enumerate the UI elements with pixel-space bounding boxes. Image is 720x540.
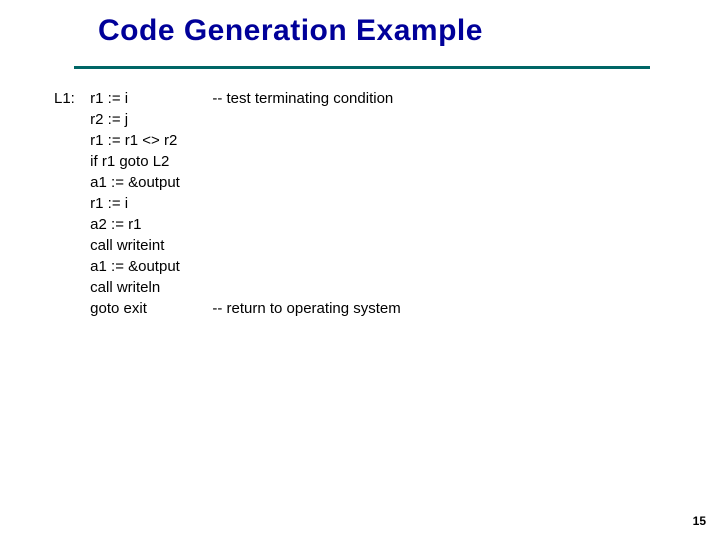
code-instr: call writeln <box>90 277 208 298</box>
code-instr: r1 := i <box>90 88 208 109</box>
code-comment: -- test terminating condition <box>212 88 393 109</box>
code-line: goto exit -- return to operating system <box>54 298 401 319</box>
page-number: 15 <box>693 514 706 528</box>
code-instr: a1 := &output <box>90 172 208 193</box>
code-line: L1: r1 := i -- test terminating conditio… <box>54 88 401 109</box>
code-line: a2 := r1 <box>54 214 401 235</box>
code-line: a1 := &output <box>54 172 401 193</box>
code-line: r1 := i <box>54 193 401 214</box>
title-underline <box>74 66 650 69</box>
code-instr: a2 := r1 <box>90 214 208 235</box>
code-instr: a1 := &output <box>90 256 208 277</box>
code-line: call writeln <box>54 277 401 298</box>
code-line: if r1 goto L2 <box>54 151 401 172</box>
code-instr: call writeint <box>90 235 208 256</box>
code-line: r1 := r1 <> r2 <box>54 130 401 151</box>
code-line: r2 := j <box>54 109 401 130</box>
code-listing: L1: r1 := i -- test terminating conditio… <box>54 88 401 319</box>
code-line: a1 := &output <box>54 256 401 277</box>
code-instr: goto exit <box>90 298 208 319</box>
slide-title: Code Generation Example <box>98 14 483 48</box>
code-instr: if r1 goto L2 <box>90 151 208 172</box>
code-label: L1: <box>54 88 86 109</box>
code-comment: -- return to operating system <box>212 298 400 319</box>
code-instr: r1 := r1 <> r2 <box>90 130 208 151</box>
slide: Code Generation Example L1: r1 := i -- t… <box>0 0 720 540</box>
code-instr: r1 := i <box>90 193 208 214</box>
code-instr: r2 := j <box>90 109 208 130</box>
code-line: call writeint <box>54 235 401 256</box>
